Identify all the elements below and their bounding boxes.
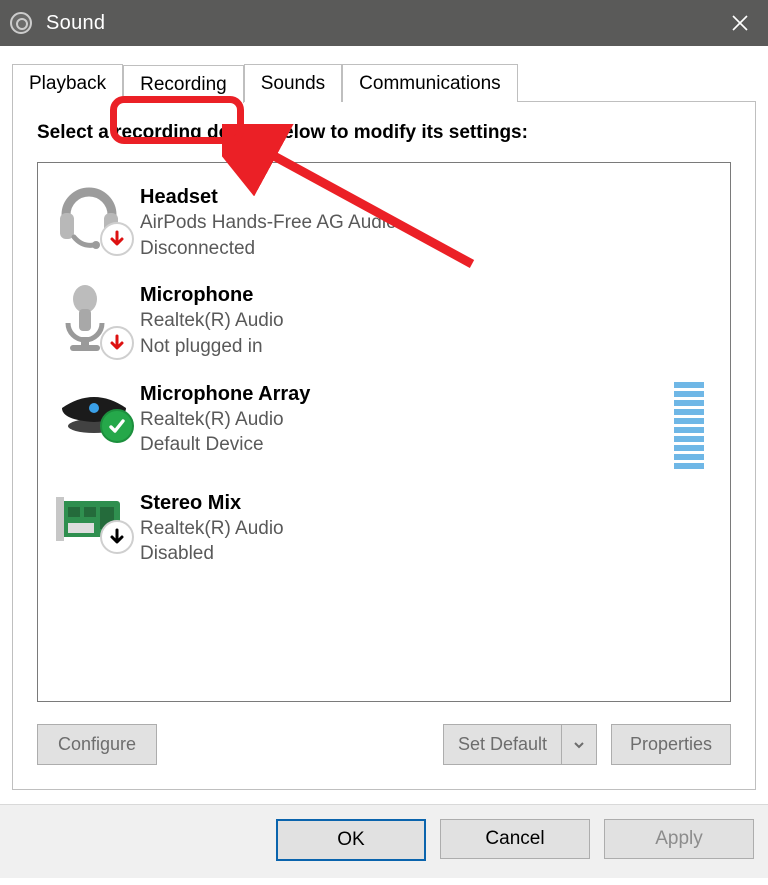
arrow-down-icon [108,528,126,546]
device-status: Default Device [140,432,674,458]
device-name: Microphone [140,283,714,308]
device-desc: AirPods Hands-Free AG Audio [140,210,714,236]
set-default-button[interactable]: Set Default [443,724,597,765]
dialog-buttons: OK Cancel Apply [0,804,768,878]
list-item[interactable]: Microphone Array Realtek(R) Audio Defaul… [46,372,722,481]
properties-button[interactable]: Properties [611,724,731,765]
tab-recording[interactable]: Recording [123,65,244,103]
set-default-dropdown[interactable] [562,725,596,764]
check-icon [107,416,127,436]
device-list[interactable]: Headset AirPods Hands-Free AG Audio Disc… [37,162,731,702]
tab-communications[interactable]: Communications [342,64,518,102]
device-icon-wrap [54,491,140,552]
status-badge [100,520,134,554]
apply-button[interactable]: Apply [604,819,754,859]
cancel-button[interactable]: Cancel [440,819,590,859]
titlebar: Sound [0,0,768,46]
device-status: Disabled [140,541,714,567]
device-info: Microphone Realtek(R) Audio Not plugged … [140,283,714,359]
device-status: Not plugged in [140,334,714,360]
configure-button[interactable]: Configure [37,724,157,765]
sound-app-icon [10,12,32,34]
ok-button[interactable]: OK [276,819,426,861]
device-info: Microphone Array Realtek(R) Audio Defaul… [140,382,674,458]
arrow-down-icon [108,230,126,248]
device-info: Stereo Mix Realtek(R) Audio Disabled [140,491,714,567]
close-button[interactable] [712,0,768,46]
status-badge [100,409,134,443]
tab-strip: Playback Recording Sounds Communications [12,60,756,102]
tab-sounds[interactable]: Sounds [244,64,342,102]
close-icon [731,14,749,32]
device-status: Disconnected [140,236,714,262]
instruction-text: Select a recording device below to modif… [37,122,731,144]
panel-actions: Configure Set Default Properties [37,724,731,765]
device-info: Headset AirPods Hands-Free AG Audio Disc… [140,185,714,261]
list-item[interactable]: Stereo Mix Realtek(R) Audio Disabled [46,481,722,579]
list-item[interactable]: Headset AirPods Hands-Free AG Audio Disc… [46,175,722,273]
chevron-down-icon [573,739,585,751]
window-title: Sound [46,12,105,35]
device-icon-wrap [54,185,140,254]
dialog-body: Playback Recording Sounds Communications… [0,46,768,790]
device-icon-wrap [54,382,140,441]
level-meter [674,382,704,469]
device-name: Headset [140,185,714,210]
device-name: Stereo Mix [140,491,714,516]
device-name: Microphone Array [140,382,674,407]
tab-playback[interactable]: Playback [12,64,123,102]
set-default-label: Set Default [444,725,562,764]
device-desc: Realtek(R) Audio [140,308,714,334]
status-badge [100,326,134,360]
tab-panel: Select a recording device below to modif… [12,101,756,790]
device-icon-wrap [54,283,140,358]
arrow-down-icon [108,334,126,352]
status-badge [100,222,134,256]
list-item[interactable]: Microphone Realtek(R) Audio Not plugged … [46,273,722,371]
device-desc: Realtek(R) Audio [140,407,674,433]
device-desc: Realtek(R) Audio [140,516,714,542]
